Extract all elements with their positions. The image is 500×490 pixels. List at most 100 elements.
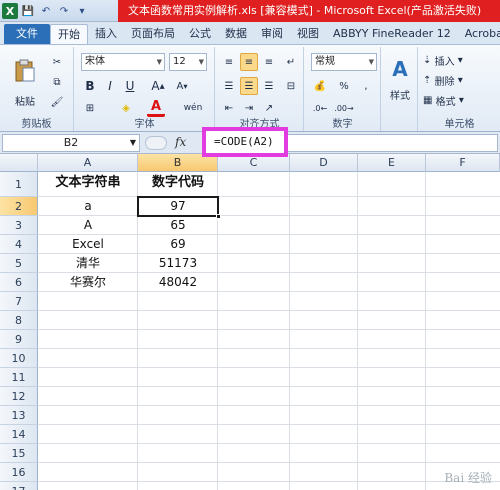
customize-qat-icon[interactable]: ▾ bbox=[74, 3, 90, 19]
tab-home[interactable]: 开始 bbox=[50, 24, 88, 44]
select-all-corner[interactable] bbox=[0, 154, 38, 172]
active-cell-cursor[interactable] bbox=[137, 196, 221, 219]
format-painter-icon[interactable]: 🖌 bbox=[48, 93, 66, 111]
cut-icon[interactable]: ✂ bbox=[48, 53, 66, 71]
gridline-row bbox=[38, 348, 500, 349]
paste-icon bbox=[15, 59, 35, 82]
number-format-select[interactable]: 常规 ▼ bbox=[311, 53, 377, 71]
insert-function-button[interactable]: fx bbox=[175, 135, 186, 149]
align-top-icon[interactable]: ≡ bbox=[220, 53, 238, 71]
underline-button[interactable]: U bbox=[121, 77, 139, 95]
cell-b5[interactable]: 51173 bbox=[138, 254, 218, 273]
cell-a3[interactable]: A bbox=[38, 216, 138, 235]
tab-acrobat[interactable]: Acrobat bbox=[458, 24, 500, 44]
name-box[interactable]: B2 ▼ bbox=[2, 134, 140, 152]
row-header-10[interactable]: 10 bbox=[0, 349, 38, 368]
tab-view[interactable]: 视图 bbox=[290, 24, 326, 44]
row-header-2[interactable]: 2 bbox=[0, 197, 38, 216]
undo-icon[interactable]: ↶ bbox=[38, 3, 54, 19]
formula-bar-toggle[interactable] bbox=[145, 136, 167, 150]
tab-formulas[interactable]: 公式 bbox=[182, 24, 218, 44]
decrease-font-icon[interactable]: A ▾ bbox=[173, 77, 191, 95]
tab-abbyy[interactable]: ABBYY FineReader 12 bbox=[326, 24, 458, 44]
row-header-6[interactable]: 6 bbox=[0, 273, 38, 292]
row-header-3[interactable]: 3 bbox=[0, 216, 38, 235]
format-cells-button[interactable]: ▦ 格式 ▾ bbox=[423, 93, 493, 108]
row-header-11[interactable]: 11 bbox=[0, 368, 38, 387]
delete-cells-icon: ⇡ bbox=[423, 75, 432, 86]
row-header-1[interactable]: 1 bbox=[0, 172, 38, 197]
cell-b4[interactable]: 69 bbox=[138, 235, 218, 254]
row-header-4[interactable]: 4 bbox=[0, 235, 38, 254]
row-header-15[interactable]: 15 bbox=[0, 444, 38, 463]
cell-a2[interactable]: a bbox=[38, 197, 138, 216]
gridline-col bbox=[357, 172, 358, 490]
column-header-e[interactable]: E bbox=[358, 154, 426, 172]
ribbon: 粘贴 ✂ ⧉ 🖌 剪贴板 宋体 ▼ 12 ▼ B I U A ▴ A ▾ ⊞ ◈ A w… bbox=[0, 44, 500, 132]
column-header-d[interactable]: D bbox=[290, 154, 358, 172]
row-header-14[interactable]: 14 bbox=[0, 425, 38, 444]
window-title: 文本函数常用实例解析.xls [兼容模式] - Microsoft Excel(… bbox=[118, 0, 500, 22]
tab-file[interactable]: 文件 bbox=[4, 24, 50, 44]
spreadsheet-grid[interactable]: A B C D E F 1234567891011121314151617 文本… bbox=[0, 154, 500, 490]
insert-cells-button[interactable]: ⇣ 插入 ▾ bbox=[423, 53, 493, 68]
row-header-16[interactable]: 16 bbox=[0, 463, 38, 482]
copy-icon[interactable]: ⧉ bbox=[48, 73, 66, 91]
gridline-row bbox=[38, 424, 500, 425]
currency-icon[interactable]: 💰 bbox=[311, 77, 329, 95]
number-group-label: 数字 bbox=[332, 119, 353, 130]
increase-font-icon[interactable]: A ▴ bbox=[149, 77, 167, 95]
tab-review[interactable]: 审阅 bbox=[254, 24, 290, 44]
row-header-13[interactable]: 13 bbox=[0, 406, 38, 425]
baidu-watermark: Bai 经验 bbox=[444, 471, 492, 485]
tab-data[interactable]: 数据 bbox=[218, 24, 254, 44]
column-header-f[interactable]: F bbox=[426, 154, 500, 172]
row-header-5[interactable]: 5 bbox=[0, 254, 38, 273]
align-left-icon[interactable]: ☰ bbox=[220, 77, 238, 95]
clipboard-group: 粘贴 ✂ ⧉ 🖌 剪贴板 bbox=[0, 47, 74, 131]
tab-insert[interactable]: 插入 bbox=[88, 24, 124, 44]
fill-handle[interactable] bbox=[216, 214, 221, 219]
styles-icon[interactable]: A bbox=[386, 55, 414, 83]
title-bar: X 💾 ↶ ↷ ▾ 文本函数常用实例解析.xls [兼容模式] - Micros… bbox=[0, 0, 500, 22]
align-right-icon[interactable]: ☰ bbox=[260, 77, 278, 95]
paste-button[interactable] bbox=[10, 51, 40, 91]
cells-group-label: 单元格 bbox=[444, 119, 475, 130]
gridline-col bbox=[289, 172, 290, 490]
italic-button[interactable]: I bbox=[101, 77, 119, 95]
cell-a1[interactable]: 文本字符串 bbox=[38, 172, 138, 196]
font-size-select[interactable]: 12 ▼ bbox=[169, 53, 207, 71]
cell-b1[interactable]: 数字代码 bbox=[138, 172, 218, 196]
column-header-a[interactable]: A bbox=[38, 154, 138, 172]
comma-style-icon[interactable]: , bbox=[357, 77, 375, 95]
save-icon[interactable]: 💾 bbox=[20, 3, 36, 19]
excel-logo-icon: X bbox=[2, 3, 18, 19]
cell-b6[interactable]: 48042 bbox=[138, 273, 218, 292]
gridline-row bbox=[38, 367, 500, 368]
align-middle-icon[interactable]: ≡ bbox=[240, 53, 258, 71]
merge-center-icon[interactable]: ⊟ bbox=[282, 77, 300, 95]
gridline-row bbox=[38, 386, 500, 387]
row-header-8[interactable]: 8 bbox=[0, 311, 38, 330]
cell-a5[interactable]: 清华 bbox=[38, 254, 138, 273]
cell-a6[interactable]: 华赛尔 bbox=[38, 273, 138, 292]
cell-b3[interactable]: 65 bbox=[138, 216, 218, 235]
percent-button[interactable]: % bbox=[335, 77, 353, 95]
row-header-7[interactable]: 7 bbox=[0, 292, 38, 311]
gridline-row bbox=[38, 310, 500, 311]
cell-a4[interactable]: Excel bbox=[38, 235, 138, 254]
align-bottom-icon[interactable]: ≡ bbox=[260, 53, 278, 71]
styles-group: A 样式 bbox=[382, 47, 418, 131]
font-group: 宋体 ▼ 12 ▼ B I U A ▴ A ▾ ⊞ ◈ A wén 字体 bbox=[75, 47, 215, 131]
bold-button[interactable]: B bbox=[81, 77, 99, 95]
quick-access-toolbar: X 💾 ↶ ↷ ▾ bbox=[2, 3, 90, 19]
tab-page-layout[interactable]: 页面布局 bbox=[124, 24, 182, 44]
row-header-12[interactable]: 12 bbox=[0, 387, 38, 406]
redo-icon[interactable]: ↷ bbox=[56, 3, 72, 19]
row-header-17[interactable]: 17 bbox=[0, 482, 38, 490]
align-center-icon[interactable]: ☰ bbox=[240, 77, 258, 95]
row-header-9[interactable]: 9 bbox=[0, 330, 38, 349]
font-name-select[interactable]: 宋体 ▼ bbox=[81, 53, 165, 71]
delete-cells-button[interactable]: ⇡ 删除 ▾ bbox=[423, 73, 493, 88]
wrap-text-icon[interactable]: ↵ bbox=[282, 53, 300, 71]
